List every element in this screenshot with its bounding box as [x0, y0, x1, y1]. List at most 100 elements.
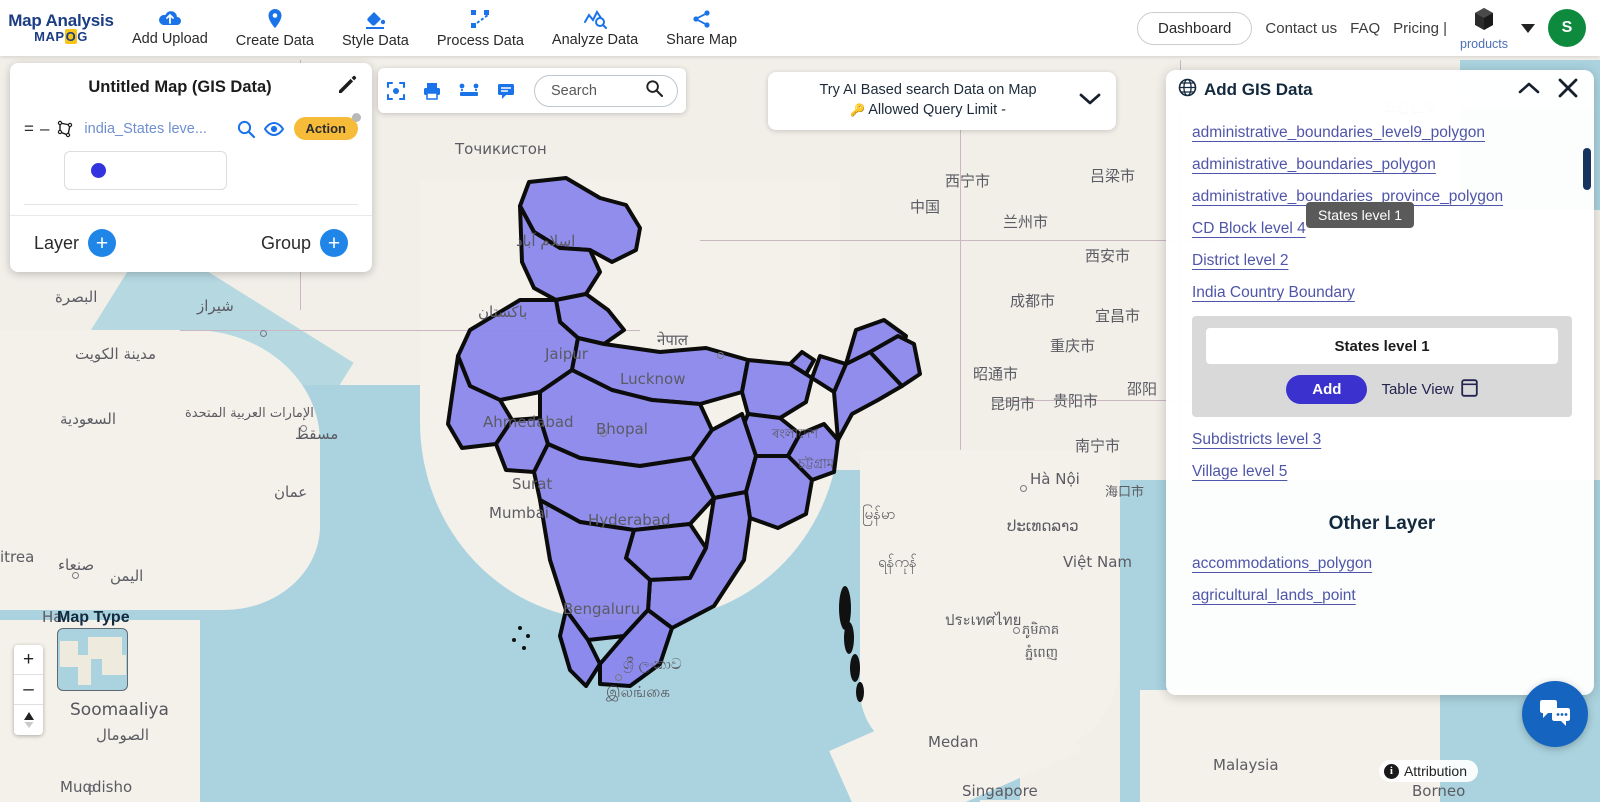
close-icon[interactable]	[1556, 76, 1580, 105]
gis-links-after: Subdistricts level 3 Village level 5	[1192, 417, 1572, 481]
attribution-button[interactable]: i Attribution	[1378, 760, 1478, 782]
measure-distance-icon[interactable]	[458, 81, 480, 101]
gis-link-5[interactable]: India Country Boundary	[1192, 284, 1355, 302]
gis-link-row: agricultural_lands_point	[1192, 573, 1572, 605]
zoom-out-button[interactable]: –	[14, 675, 43, 705]
gis-link-1[interactable]: administrative_boundaries_polygon	[1192, 156, 1436, 174]
chevron-down-icon[interactable]	[1521, 23, 1535, 33]
map-pin-icon	[265, 8, 285, 30]
nav-add-upload[interactable]: Add Upload	[118, 0, 222, 56]
analytics-search-icon	[583, 9, 608, 29]
polygon-shape-icon[interactable]	[56, 120, 74, 138]
map-place-label: 昭通市	[973, 365, 1019, 383]
zoom-to-layer-icon[interactable]	[236, 119, 256, 139]
drag-handle-icon[interactable]: =	[24, 119, 34, 139]
gis-link-after-0[interactable]: Subdistricts level 3	[1192, 431, 1321, 449]
nav-analyze-data-label: Analyze Data	[551, 31, 639, 48]
gis-panel-scroll-area[interactable]: administrative_boundaries_level9_polygon…	[1166, 104, 1594, 695]
attribution-label: Attribution	[1403, 763, 1467, 779]
table-icon	[1461, 378, 1478, 401]
products-menu[interactable]: products	[1460, 6, 1508, 51]
visibility-eye-icon[interactable]	[263, 119, 285, 139]
dashboard-button[interactable]: Dashboard	[1137, 11, 1253, 45]
chevron-up-icon[interactable]	[1516, 79, 1542, 102]
brand-line2: MAPOG	[34, 29, 88, 45]
gis-link-row: District level 2	[1192, 238, 1572, 270]
layer-panel-footer: Layer + Group +	[10, 215, 372, 272]
add-group-button[interactable]: +	[320, 229, 348, 257]
nav-add-upload-label: Add Upload	[132, 31, 208, 47]
gis-link-row: administrative_boundaries_level9_polygon	[1192, 110, 1572, 142]
brand-logo[interactable]: Map Analysis MAPOG	[0, 11, 118, 45]
pricing-link[interactable]: Pricing |	[1393, 20, 1447, 37]
nav-process-data[interactable]: Process Data	[423, 0, 538, 56]
add-button[interactable]: Add	[1286, 375, 1368, 404]
gis-link-other-1[interactable]: agricultural_lands_point	[1192, 587, 1356, 605]
gis-panel-scrollbar[interactable]	[1583, 148, 1591, 190]
contact-us-link[interactable]: Contact us	[1265, 20, 1337, 37]
print-icon[interactable]	[422, 81, 442, 101]
search-icon[interactable]	[645, 79, 664, 102]
map-place-label: 宜昌市	[1095, 307, 1141, 325]
states-level1-actions: Add Table View	[1206, 375, 1558, 404]
faq-link[interactable]: FAQ	[1350, 20, 1380, 37]
layer-name-label[interactable]: india_States leve...	[84, 121, 228, 137]
map-search-box[interactable]: Search	[534, 74, 678, 107]
action-button[interactable]: Action	[293, 113, 361, 140]
map-place-label: البصرة	[55, 288, 98, 306]
gis-panel-header: Add GIS Data	[1166, 70, 1594, 110]
nav-create-data-label: Create Data	[235, 32, 314, 49]
map-place-label: 成都市	[1010, 292, 1056, 310]
ai-search-line2-text: Allowed Query Limit -	[868, 102, 1006, 118]
collapse-minus-icon[interactable]: –	[40, 119, 49, 139]
layer-panel: Untitled Map (GIS Data) = – india_States…	[10, 63, 372, 272]
zoom-in-button[interactable]: +	[14, 645, 43, 675]
nav-process-data-label: Process Data	[436, 32, 524, 49]
chat-bubbles-icon	[1538, 697, 1572, 732]
chat-widget-button[interactable]	[1522, 681, 1588, 747]
avatar[interactable]: S	[1548, 9, 1586, 47]
map-place-label: 西安市	[1085, 247, 1131, 265]
layer-color-swatch[interactable]	[91, 163, 106, 178]
brand-line1: Map Analysis	[8, 11, 114, 31]
ai-search-text: Try AI Based search Data on Map 🔑 Allowe…	[778, 81, 1078, 120]
map-type-minimap[interactable]	[57, 628, 128, 691]
divider	[24, 204, 358, 205]
map-place-label: 邵阳	[1127, 380, 1158, 398]
map-search-placeholder: Search	[551, 82, 597, 99]
layer-style-swatch-box[interactable]	[64, 151, 227, 190]
gis-link-4[interactable]: District level 2	[1192, 252, 1288, 270]
edit-pencil-icon[interactable]	[336, 74, 358, 101]
compass-reset-button[interactable]	[14, 705, 43, 735]
gis-link-3[interactable]: CD Block level 4	[1192, 220, 1306, 238]
add-gis-data-panel: Add GIS Data administrative_boundaries_l…	[1166, 70, 1594, 695]
chevron-down-icon[interactable]	[1078, 91, 1102, 112]
states-level1-name-field[interactable]: States level 1	[1206, 328, 1558, 364]
gis-link-after-1[interactable]: Village level 5	[1192, 463, 1287, 481]
nav-style-data[interactable]: Style Data	[328, 0, 423, 56]
fullscreen-icon[interactable]	[386, 81, 406, 101]
states-level1-card: States level 1 Add Table View	[1192, 316, 1572, 417]
minimap-land	[102, 655, 126, 675]
nav-create-data[interactable]: Create Data	[222, 0, 328, 56]
comment-icon[interactable]	[496, 82, 516, 100]
map-title: Untitled Map (GIS Data)	[88, 78, 272, 96]
ai-search-banner[interactable]: Try AI Based search Data on Map 🔑 Allowe…	[768, 72, 1116, 130]
city-dot	[300, 425, 307, 432]
nav-analyze-data[interactable]: Analyze Data	[538, 0, 652, 56]
border-line	[180, 330, 640, 331]
map-place-label: 吕梁市	[1090, 167, 1136, 185]
table-view-button[interactable]: Table View	[1381, 378, 1478, 401]
nav-share-map-label: Share Map	[666, 31, 738, 48]
action-status-dot	[352, 113, 361, 122]
city-dot	[615, 674, 622, 681]
add-layer-button[interactable]: +	[88, 229, 117, 257]
gis-panel-title: Add GIS Data	[1204, 80, 1313, 99]
nav-share-map[interactable]: Share Map	[652, 0, 751, 56]
map-place-label: 中国	[910, 198, 941, 216]
paint-bucket-icon	[364, 8, 386, 30]
gis-link-0[interactable]: administrative_boundaries_level9_polygon	[1192, 124, 1485, 142]
app-root: Точикистонافغانستانكابلاسلام آبادباكستان…	[0, 0, 1600, 802]
other-layer-heading: Other Layer	[1328, 513, 1436, 534]
gis-link-other-0[interactable]: accommodations_polygon	[1192, 555, 1372, 573]
